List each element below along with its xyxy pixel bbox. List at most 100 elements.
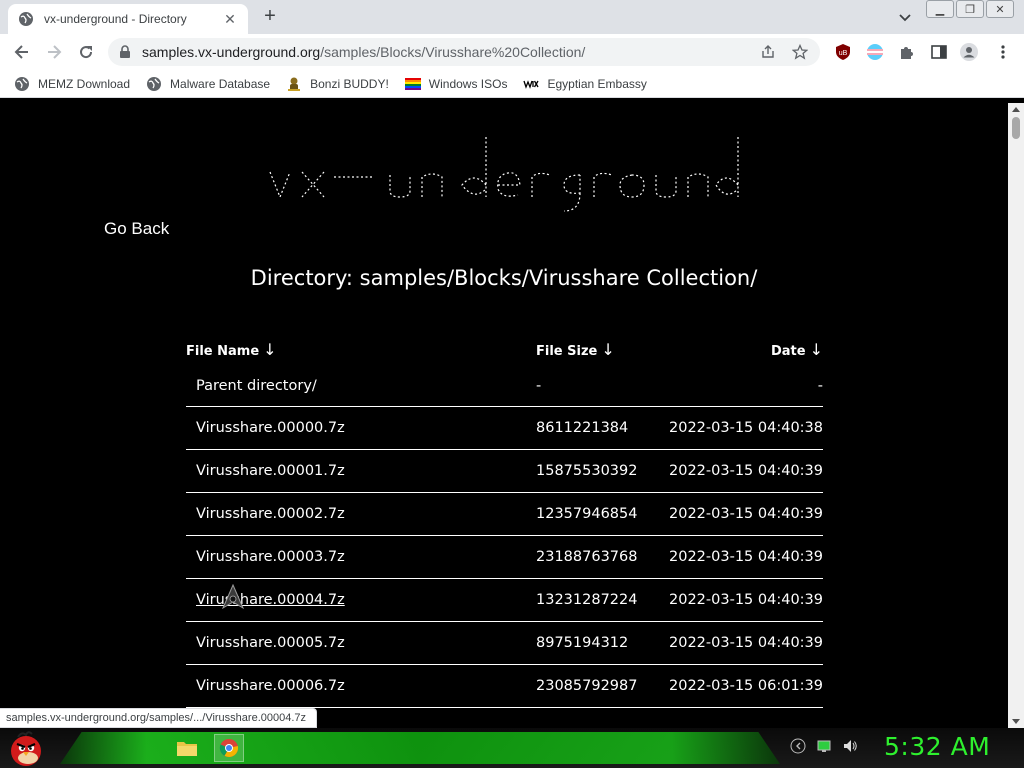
url-path: /samples/Blocks/Virusshare%20Collection/ [320, 44, 586, 60]
file-date: 2022-03-15 04:40:39 [669, 506, 823, 522]
bookmark-label: Malware Database [170, 76, 271, 91]
mouse-cursor-icon [222, 584, 244, 610]
bonzi-icon [288, 77, 301, 91]
file-date: 2022-03-15 04:40:39 [669, 635, 823, 651]
file-size: 13231287224 [536, 592, 638, 608]
profile-avatar-icon[interactable] [960, 43, 978, 61]
table-row: Virusshare.00006.7z 23085792987 2022-03-… [186, 665, 823, 708]
taskbar-file-explorer[interactable] [172, 734, 202, 762]
taskbar-chrome[interactable] [214, 734, 244, 762]
volume-icon[interactable] [842, 738, 858, 754]
table-row-parent-directory: Parent directory/ - - [186, 365, 823, 407]
file-date: 2022-03-15 04:40:39 [669, 463, 823, 479]
side-panel-icon[interactable] [930, 43, 948, 61]
network-icon[interactable] [816, 738, 832, 754]
reload-icon[interactable] [76, 42, 96, 62]
page-scrollbar[interactable] [1008, 103, 1024, 728]
more-menu-icon[interactable] [994, 43, 1012, 61]
bookmark-label: Egyptian Embassy [547, 76, 647, 91]
svg-text:uB: uB [839, 50, 848, 57]
chevron-down-icon[interactable] [896, 8, 914, 26]
taskbar [0, 728, 1024, 768]
sort-arrow-icon: ↓ [263, 340, 277, 359]
chrome-icon [219, 739, 239, 758]
column-header-date[interactable]: Date ↓ [771, 340, 823, 359]
table-row: Virusshare.00002.7z 12357946854 2022-03-… [186, 493, 823, 536]
sort-arrow-icon: ↓ [809, 340, 823, 359]
scroll-up-arrow-icon[interactable] [1012, 107, 1020, 112]
file-name-link[interactable]: Virusshare.00001.7z [196, 463, 345, 479]
file-date: 2022-03-15 04:40:38 [669, 420, 823, 436]
star-icon[interactable] [792, 44, 808, 60]
globe-icon [19, 12, 33, 26]
file-name-link[interactable]: Virusshare.00005.7z [196, 635, 345, 651]
close-tab-icon[interactable]: ✕ [222, 11, 238, 28]
scroll-thumb[interactable] [1012, 117, 1020, 139]
vx-underground-logo [269, 137, 739, 212]
file-name-link[interactable]: Virusshare.00000.7z [196, 420, 345, 436]
rainbow-flag-icon [404, 77, 421, 90]
file-date: 2022-03-15 04:40:39 [669, 592, 823, 608]
globe-icon [147, 76, 162, 91]
extensions-puzzle-icon[interactable] [898, 43, 916, 61]
column-header-label: File Name [186, 344, 260, 359]
file-name-link[interactable]: Virusshare.00004.7z [196, 592, 345, 608]
file-name-link[interactable]: Parent directory/ [196, 378, 317, 394]
go-back-link[interactable]: Go Back [104, 219, 169, 239]
bookmark-egyptian-embassy[interactable]: Egyptian Embassy [523, 76, 647, 92]
angry-bird-start-icon[interactable] [6, 729, 46, 767]
system-tray [790, 738, 868, 754]
file-name-link[interactable]: Virusshare.00002.7z [196, 506, 345, 522]
page-title: Directory: samples/Blocks/Virusshare Col… [250, 266, 758, 290]
close-window-button[interactable]: ✕ [986, 0, 1014, 18]
show-hidden-icons-icon[interactable] [790, 738, 806, 754]
file-size: 8611221384 [536, 420, 629, 436]
file-name-link[interactable]: Virusshare.00006.7z [196, 678, 345, 694]
bookmark-malware-database[interactable]: Malware Database [146, 76, 270, 92]
ublock-icon[interactable]: uB [834, 43, 852, 61]
column-header-file-size[interactable]: File Size ↓ [536, 340, 615, 359]
tab-active[interactable]: vx-underground - Directory ✕ [8, 4, 248, 34]
file-name-link[interactable]: Virusshare.00003.7z [196, 549, 345, 565]
back-arrow-icon[interactable] [12, 42, 32, 62]
scroll-down-arrow-icon[interactable] [1012, 719, 1020, 724]
file-size: 12357946854 [536, 506, 638, 522]
bookmark-label: MEMZ Download [38, 76, 131, 91]
table-row: Virusshare.00000.7z 8611221384 2022-03-1… [186, 407, 823, 450]
tab-strip: vx-underground - Directory ✕ + ▁ ❐ ✕ [0, 0, 1024, 34]
folder-icon [177, 742, 197, 756]
restore-button[interactable]: ❐ [956, 0, 984, 18]
directory-table: File Name ↓ File Size ↓ Date ↓ Parent direc… [186, 335, 823, 708]
new-tab-button[interactable]: + [258, 6, 282, 28]
file-date: 2022-03-15 06:01:39 [669, 678, 823, 694]
wix-icon [523, 79, 540, 89]
column-header-label: File Size [536, 344, 598, 359]
trans-flag-extension-icon[interactable] [866, 43, 884, 61]
link-status-bubble: samples.vx-underground.org/samples/.../V… [0, 708, 318, 728]
column-header-label: Date [770, 344, 806, 359]
file-date: 2022-03-15 04:40:39 [669, 549, 823, 565]
address-bar[interactable]: samples.vx-underground.org/samples/Block… [108, 38, 820, 66]
table-row: Virusshare.00001.7z 15875530392 2022-03-… [186, 450, 823, 493]
lock-icon[interactable] [118, 45, 132, 59]
file-date: - [817, 378, 823, 394]
column-header-file-name[interactable]: File Name ↓ [186, 340, 277, 359]
taskbar-clock[interactable]: 5:32 AM [884, 732, 990, 761]
forward-arrow-icon[interactable] [44, 42, 64, 62]
bookmark-windows-isos[interactable]: Windows ISOs [404, 76, 507, 92]
bookmark-memz-download[interactable]: MEMZ Download [14, 76, 130, 92]
table-row: Virusshare.00004.7z 13231287224 2022-03-… [186, 579, 823, 622]
table-header: File Name ↓ File Size ↓ Date ↓ [186, 335, 823, 365]
bookmark-bonzi-buddy[interactable]: Bonzi BUDDY! [286, 76, 389, 92]
url-text: samples.vx-underground.org/samples/Block… [142, 44, 585, 60]
sort-arrow-icon: ↓ [601, 340, 615, 359]
table-row: Virusshare.00003.7z 23188763768 2022-03-… [186, 536, 823, 579]
minimize-button[interactable]: ▁ [926, 0, 954, 18]
file-size: 15875530392 [536, 463, 638, 479]
table-row: Virusshare.00005.7z 8975194312 2022-03-1… [186, 622, 823, 665]
globe-icon [15, 76, 29, 91]
taskbar-glow [60, 732, 780, 764]
file-size: 23085792987 [536, 678, 638, 694]
share-icon[interactable] [760, 44, 776, 60]
bookmark-label: Bonzi BUDDY! [310, 76, 389, 91]
